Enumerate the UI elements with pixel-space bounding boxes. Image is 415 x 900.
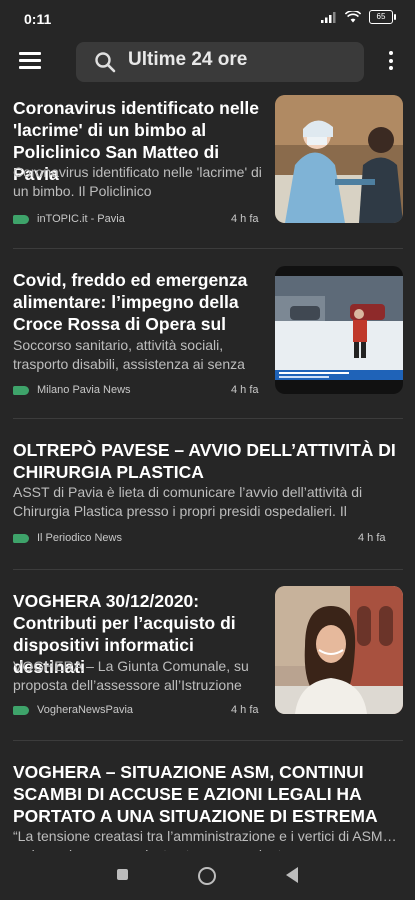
system-nav-bar	[0, 851, 415, 900]
source-icon	[13, 706, 29, 715]
article-time: 4 h fa	[231, 213, 259, 225]
more-vert-icon[interactable]	[388, 51, 394, 73]
search-bar[interactable]: Ultime 24 ore	[76, 42, 364, 82]
article-source: Il Periodico News	[13, 532, 213, 546]
source-icon	[13, 386, 29, 395]
article-time: 4 h fa	[231, 384, 259, 396]
article-time: 4 h fa	[231, 704, 259, 716]
wifi-icon	[345, 11, 361, 23]
source-name: Milano Pavia News	[37, 384, 131, 396]
article-divider	[13, 740, 403, 741]
menu-icon[interactable]	[19, 52, 41, 70]
article-divider	[13, 569, 403, 570]
nav-back-icon[interactable]	[286, 867, 298, 883]
signal-icon	[321, 12, 336, 23]
status-bar: 0:11 65	[0, 0, 415, 36]
article-divider	[13, 248, 403, 249]
article-thumbnail[interactable]	[275, 586, 403, 714]
nav-home-icon[interactable]	[198, 867, 216, 885]
article-thumbnail[interactable]	[275, 266, 403, 394]
article-time: 4 h fa	[358, 532, 386, 544]
search-icon	[95, 52, 116, 73]
source-icon	[13, 215, 29, 224]
article-title[interactable]: VOGHERA – SITUAZIONE ASM, CONTINUI SCAMB…	[13, 761, 403, 827]
article-source: VogheraNewsPavia	[13, 704, 213, 718]
article-card[interactable]: VOGHERA – SITUAZIONE ASM, CONTINUI SCAMB…	[0, 753, 415, 863]
article-divider	[13, 418, 403, 419]
battery-icon: 65	[369, 10, 396, 24]
article-source: inTOPIC.it - Pavia	[13, 213, 213, 227]
source-name: Il Periodico News	[37, 532, 122, 544]
status-icons: 65	[321, 10, 396, 24]
source-icon	[13, 534, 29, 543]
article-card[interactable]: OLTREPÒ PAVESE – AVVIO DELL’ATTIVITÀ DI …	[0, 427, 415, 570]
article-snippet: Soccorso sanitario, attività sociali, tr…	[13, 337, 245, 372]
article-title[interactable]: Covid, freddo ed emergenza alimentare: l…	[13, 269, 263, 335]
app-bar: Ultime 24 ore	[0, 36, 415, 88]
source-name: VogheraNewsPavia	[37, 704, 134, 716]
article-snippet: VOGHERA – La Giunta Comunale, su propost…	[13, 658, 249, 693]
article-thumbnail[interactable]	[275, 95, 403, 223]
search-query: Ultime 24 ore	[128, 49, 248, 70]
article-card[interactable]: Covid, freddo ed emergenza alimentare: l…	[0, 261, 415, 419]
article-snippet: Coronavirus identificato nelle 'lacrime'…	[13, 164, 262, 199]
article-card[interactable]: Coronavirus identificato nelle 'lacrime'…	[0, 88, 415, 249]
article-card[interactable]: VOGHERA 30/12/2020: Contributi per l’acq…	[0, 583, 415, 741]
article-title[interactable]: OLTREPÒ PAVESE – AVVIO DELL’ATTIVITÀ DI …	[13, 439, 403, 483]
article-source: Milano Pavia News	[13, 384, 213, 398]
article-snippet: ASST di Pavia è lieta di comunicare l’av…	[13, 484, 363, 519]
nav-recents-icon[interactable]	[117, 869, 128, 880]
source-name: inTOPIC.it - Pavia	[37, 213, 125, 225]
status-time: 0:11	[24, 11, 52, 27]
